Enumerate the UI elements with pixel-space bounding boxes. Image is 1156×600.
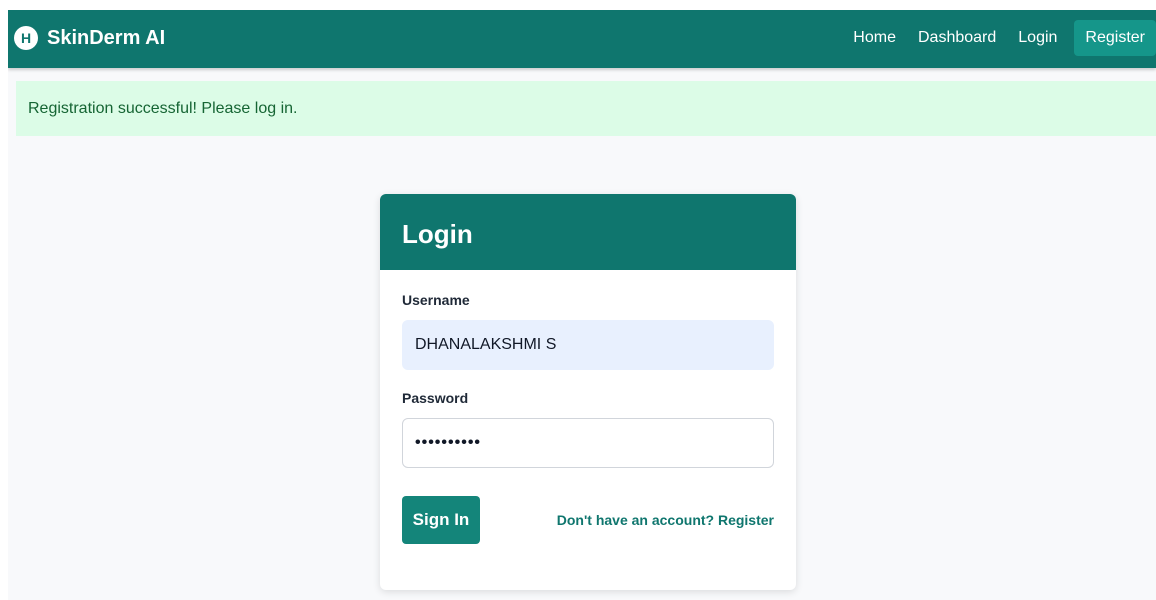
nav-link-dashboard[interactable]: Dashboard <box>907 21 1007 55</box>
success-alert: Registration successful! Please log in. <box>16 81 1156 136</box>
nav-links: Home Dashboard Login Register <box>842 20 1156 56</box>
app-frame: H SkinDerm AI Home Dashboard Login Regis… <box>8 10 1156 600</box>
login-title: Login <box>402 219 473 249</box>
login-card: Login Username Password Sign In Don't ha… <box>380 194 796 590</box>
register-link[interactable]: Don't have an account? Register <box>557 512 774 528</box>
navbar: H SkinDerm AI Home Dashboard Login Regis… <box>8 10 1156 68</box>
username-input[interactable] <box>402 320 774 370</box>
username-label: Username <box>402 292 470 308</box>
sign-in-button[interactable]: Sign In <box>402 496 480 544</box>
alert-message: Registration successful! Please log in. <box>28 100 298 117</box>
brand-name: SkinDerm AI <box>47 26 166 49</box>
nav-link-register[interactable]: Register <box>1074 20 1156 56</box>
brand-logo-icon: H <box>14 26 38 50</box>
password-input[interactable] <box>402 418 774 468</box>
login-card-body: Username Password Sign In Don't have an … <box>380 270 796 544</box>
brand[interactable]: H SkinDerm AI <box>14 26 165 50</box>
form-actions: Sign In Don't have an account? Register <box>402 496 774 544</box>
nav-link-home[interactable]: Home <box>842 21 907 55</box>
password-label: Password <box>402 390 469 406</box>
login-card-header: Login <box>380 194 796 270</box>
nav-link-login[interactable]: Login <box>1007 21 1068 55</box>
